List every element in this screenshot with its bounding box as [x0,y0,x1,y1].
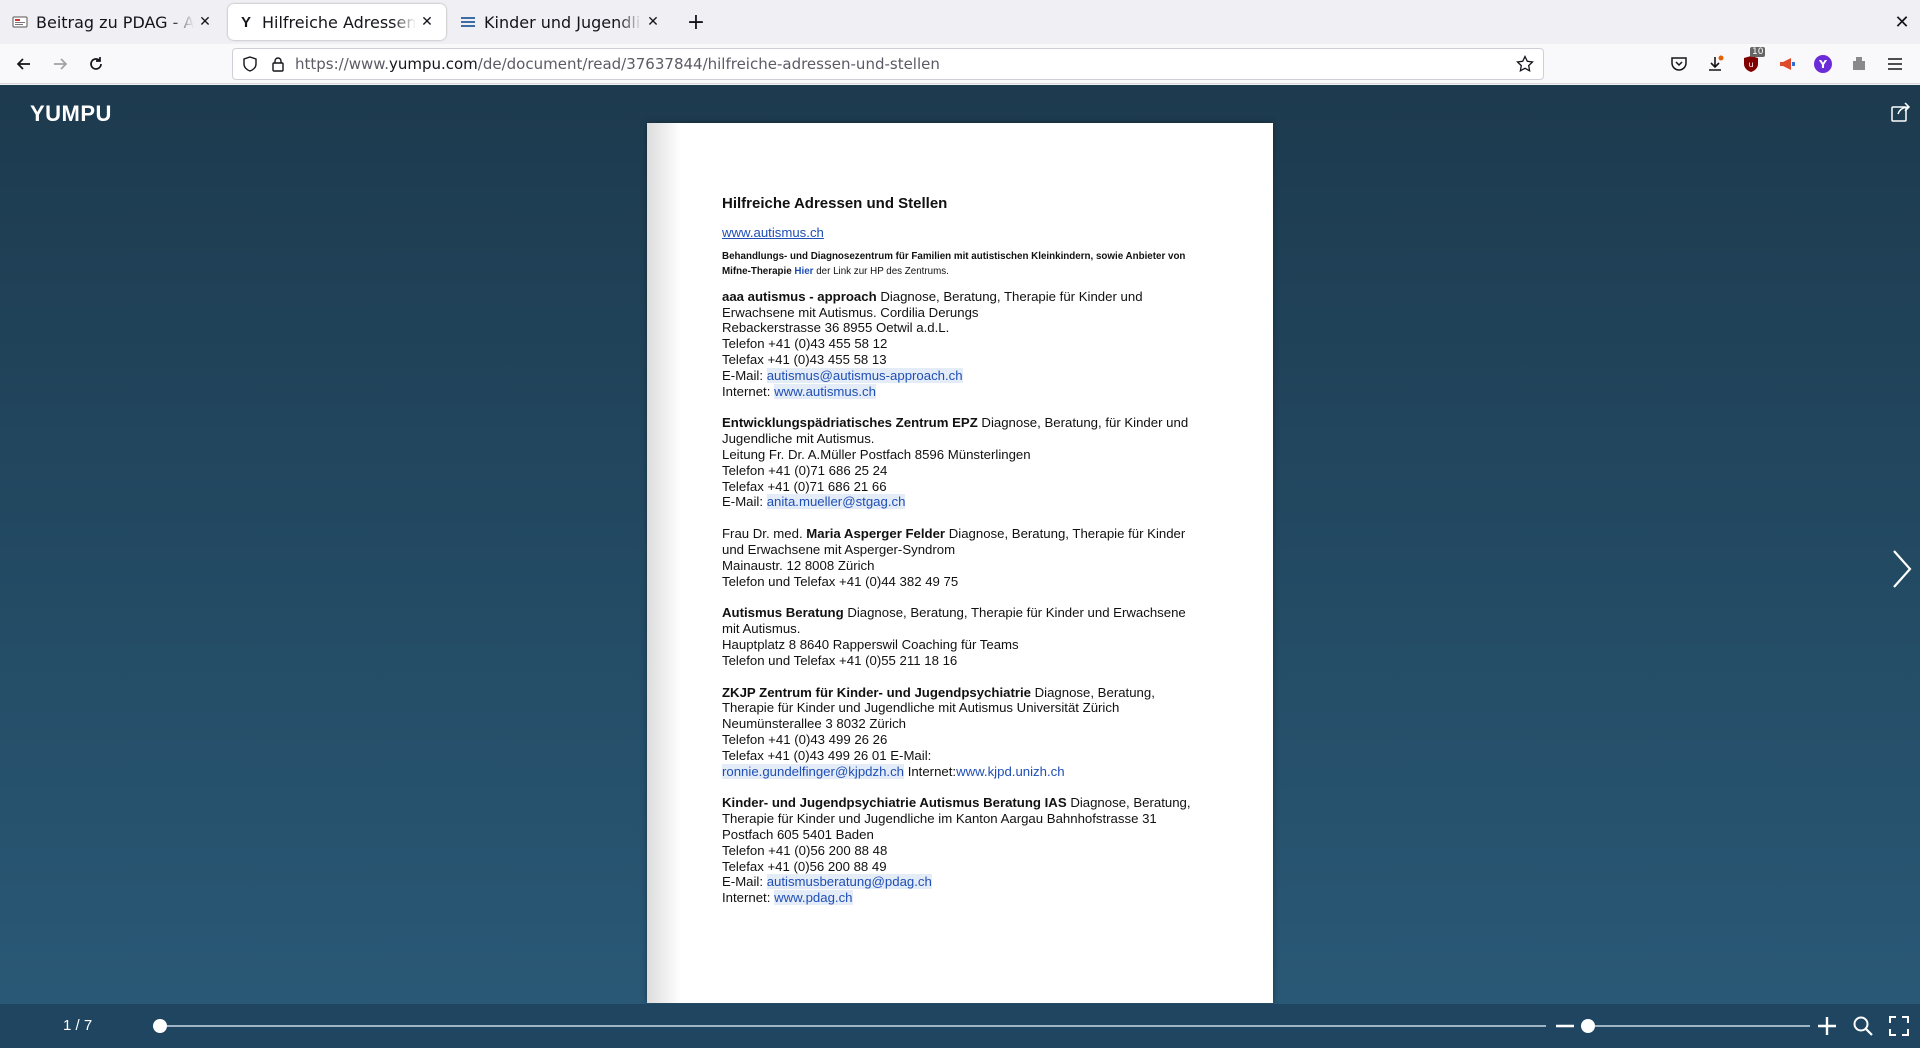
megaphone-extension-icon[interactable] [1776,53,1798,75]
email-link[interactable]: autismus@autismus-approach.ch [766,367,963,383]
zoom-slider-track[interactable] [1582,1025,1810,1027]
yumpu-logo[interactable]: YUMPU [30,101,112,127]
zoom-out-icon[interactable] [1554,1016,1576,1036]
entry-phone: Telefon und Telefax +41 (0)44 382 49 75 [722,573,959,589]
entry-address: Hauptplatz 8 8640 Rapperswil Coaching fü… [722,636,1019,652]
pocket-icon[interactable] [1668,53,1690,75]
bookmark-star-icon[interactable] [1515,54,1535,74]
entry-name: Autismus Beratung [722,605,844,621]
flag-icon [460,14,476,30]
url-prefix: https://www. [295,55,389,73]
entry-epz: Entwicklungspädriatisches Zentrum EPZ Di… [722,415,1192,510]
entry-phone: Telefon +41 (0)43 499 26 26 [722,731,888,747]
document-viewer: YUMPU Hilfreiche Adressen und Stellen ww… [0,85,1920,1048]
entry-fax: Telefax +41 (0)43 455 58 13 [722,351,887,367]
yumpu-y-icon: Y [240,13,251,31]
page-progress-track[interactable] [160,1025,1546,1027]
navigation-bar: https://www.yumpu.com/de/document/read/3… [0,44,1920,84]
entry-name: aaa autismus - approach [722,288,877,304]
email-link[interactable]: anita.mueller@stgag.ch [766,494,906,510]
entry-asperger: Frau Dr. med. Maria Asperger Felder Diag… [722,526,1192,589]
email-link[interactable]: ronnie.gundelfinger@kjpdzh.ch [722,763,905,779]
back-arrow-icon[interactable] [10,50,38,78]
intro-rest: der Link zur HP des Zentrums. [816,265,949,277]
fullscreen-icon[interactable] [1888,1015,1910,1037]
viewer-bottom-bar: 1 / 7 [0,1004,1920,1048]
tab-title: Kinder und Jugendliche - Psychiatrie [484,12,642,32]
svg-text:u: u [1748,60,1753,69]
reload-icon[interactable] [82,50,110,78]
entry-address: Leitung Fr. Dr. A.Müller Postfach 8596 M… [722,446,1031,462]
entry-fax: Telefax +41 (0)43 499 26 01 E-Mail: [722,747,932,763]
document-title: Hilfreiche Adressen und Stellen [722,195,948,212]
hamburger-menu-icon[interactable] [1884,53,1906,75]
web-link[interactable]: www.autismus.ch [774,383,876,399]
document-icon [12,14,28,30]
yahoo-extension-icon[interactable]: Y [1812,53,1834,75]
url-host: yumpu.com [388,55,478,73]
tab-beitrag-pdag[interactable]: Beitrag zu PDAG - Autismus ✕ [2,4,224,40]
entry-address: Rebackerstrasse 36 8955 Oetwil a.d.L. [722,320,950,336]
lock-icon[interactable] [267,53,289,75]
close-tab-icon[interactable]: ✕ [194,11,216,33]
entry-phone: Telefon +41 (0)56 200 88 48 [722,842,888,858]
url-bar[interactable]: https://www.yumpu.com/de/document/read/3… [232,48,1544,80]
entry-name: ZKJP Zentrum für Kinder- und Jugendpsych… [722,684,1031,700]
entry-autismus-beratung: Autismus Beratung Diagnose, Beratung, Th… [722,605,1192,668]
close-tab-icon[interactable]: ✕ [642,11,664,33]
web-label: Internet: [722,890,771,906]
search-icon[interactable] [1852,1015,1874,1037]
email-label: E-Mail: [722,367,764,383]
ublock-badge: 10 [1750,47,1766,57]
zoom-in-icon[interactable] [1816,1015,1838,1037]
entry-aaa-autismus: aaa autismus - approach Diagnose, Beratu… [722,289,1192,400]
entry-name: Maria Asperger Felder [806,526,946,542]
email-link[interactable]: autismusberatung@pdag.ch [766,874,932,890]
tab-kinder-jugendliche[interactable]: Kinder und Jugendliche - Psychiatrie ✕ [450,4,672,40]
web-link[interactable]: www.kjpd.unizh.ch [956,764,1064,779]
entry-phone: Telefon und Telefax +41 (0)55 211 18 16 [722,652,958,668]
next-page-arrow-icon[interactable] [1888,545,1916,593]
forward-arrow-icon[interactable] [46,50,74,78]
entry-zkjp: ZKJP Zentrum für Kinder- und Jugendpsych… [722,685,1192,780]
entry-phone: Telefon +41 (0)43 455 58 12 [722,336,888,352]
entry-phone: Telefon +41 (0)71 686 25 24 [722,462,888,478]
web-label: Internet: [722,383,771,399]
entry-ias: Kinder- und Jugendpsychiatrie Autismus B… [722,795,1192,906]
url-path: /de/document/read/37637844/hilfreiche-ad… [477,55,940,73]
tab-title: Hilfreiche Adressen und Stellen [262,12,416,32]
document-page: Hilfreiche Adressen und Stellen www.auti… [647,123,1273,1003]
url-text[interactable]: https://www.yumpu.com/de/document/read/3… [295,55,940,73]
tab-bar: Beitrag zu PDAG - Autismus ✕ Y Hilfreich… [0,0,1920,44]
entry-fax: Telefax +41 (0)71 686 21 66 [722,478,887,494]
web-link[interactable]: www.pdag.ch [774,890,853,906]
document-content: Hilfreiche Adressen und Stellen www.auti… [722,195,1192,922]
page-indicator: 1 / 7 [63,1017,93,1034]
email-label: E-Mail: [722,494,764,510]
downloads-icon[interactable] [1704,53,1726,75]
shield-icon[interactable] [239,53,261,75]
page-progress-handle[interactable] [153,1019,167,1033]
top-link[interactable]: www.autismus.ch [722,225,824,240]
tab-title: Beitrag zu PDAG - Autismus [36,12,194,32]
tab-hilfreiche-adressen[interactable]: Y Hilfreiche Adressen und Stellen ✕ [228,4,446,40]
intro-paragraph: Behandlungs- und Diagnosezentrum für Fam… [722,249,1192,279]
entry-fax: Telefax +41 (0)56 200 88 49 [722,858,887,874]
email-label: E-Mail: [722,874,764,890]
zoom-slider-handle[interactable] [1581,1019,1595,1033]
intro-text: Behandlungs- und Diagnosezentrum für Fam… [722,250,1186,277]
window-close-icon[interactable]: ✕ [1890,10,1914,34]
ublock-icon[interactable]: u 10 [1740,47,1766,75]
entry-address: Mainaustr. 12 8008 Zürich [722,557,875,573]
svg-text:Y: Y [1818,58,1828,71]
web-label: Internet: [907,763,957,779]
entry-prefix: Frau Dr. med. [722,526,803,542]
close-tab-icon[interactable]: ✕ [416,11,438,33]
entry-name: Kinder- und Jugendpsychiatrie Autismus B… [722,795,1067,811]
new-tab-button[interactable]: + [682,8,710,36]
share-icon[interactable] [1890,101,1912,123]
entry-name: Entwicklungspädriatisches Zentrum EPZ [722,415,978,431]
extension-puzzle-icon[interactable] [1848,53,1870,75]
intro-link[interactable]: Hier [794,266,813,277]
